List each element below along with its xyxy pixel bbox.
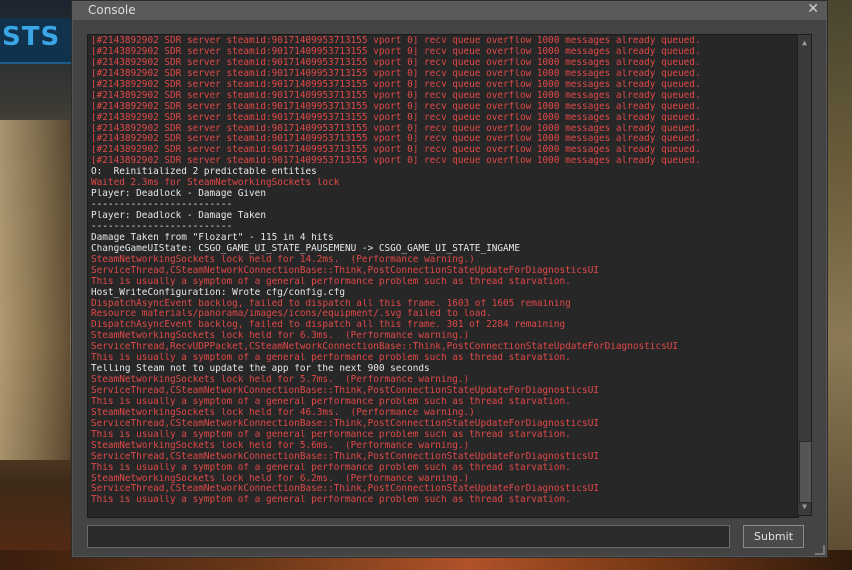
- console-log-line: SteamNetworkingSockets lock held for 5.7…: [91, 375, 470, 386]
- close-icon[interactable]: ✕: [807, 1, 819, 17]
- console-title: Console: [88, 3, 136, 17]
- console-log-line: [#2143892902 SDR server steamid:90171409…: [91, 145, 701, 156]
- console-log-line: ChangeGameUIState: CSGO_GAME_UI_STATE_PA…: [91, 243, 520, 254]
- console-log-line: -------------------------: [91, 221, 233, 232]
- console-log-line: [#2143892902 SDR server steamid:90171409…: [91, 68, 701, 79]
- console-log-line: DispatchAsyncEvent backlog, failed to di…: [91, 320, 566, 331]
- console-log-line: ServiceThread,CSteamNetworkConnectionBas…: [91, 484, 599, 495]
- console-log-line: This is usually a symptom of a general p…: [91, 495, 571, 506]
- console-command-input[interactable]: [87, 525, 730, 548]
- console-log-line: SteamNetworkingSockets lock held for 46.…: [91, 407, 475, 418]
- console-log-line: Player: Deadlock - Damage Given: [91, 189, 266, 200]
- console-log-line: ServiceThread,CSteamNetworkConnectionBas…: [91, 451, 599, 462]
- scroll-up-arrow-icon[interactable]: ▲: [798, 37, 811, 49]
- console-log-line: [#2143892902 SDR server steamid:90171409…: [91, 36, 701, 46]
- console-log-line: Waited 2.3ms for SteamNetworkingSockets …: [91, 178, 340, 189]
- console-log-line: [#2143892902 SDR server steamid:90171409…: [91, 79, 701, 90]
- console-log-line: [#2143892902 SDR server steamid:90171409…: [91, 90, 701, 101]
- console-log-line: SteamNetworkingSockets lock held for 6.3…: [91, 331, 470, 342]
- console-titlebar[interactable]: Console ✕: [72, 1, 827, 20]
- background-banner-text: STS: [2, 22, 61, 52]
- console-log-line: ServiceThread,CSteamNetworkConnectionBas…: [91, 386, 599, 396]
- console-log-line: This is usually a symptom of a general p…: [91, 353, 571, 364]
- console-window: Console ✕ [#2143892902 SDR server steami…: [71, 0, 828, 558]
- console-log-line: Host_WriteConfiguration: Wrote cfg/confi…: [91, 287, 345, 298]
- background-wall: [0, 120, 70, 460]
- console-log-line: O: Reinitialized 2 predictable entities: [91, 167, 317, 178]
- console-log-line: [#2143892902 SDR server steamid:90171409…: [91, 101, 701, 112]
- console-log-line: This is usually a symptom of a general p…: [91, 462, 571, 473]
- console-log-line: Telling Steam not to update the app for …: [91, 364, 430, 375]
- console-log-line: [#2143892902 SDR server steamid:90171409…: [91, 46, 701, 57]
- console-log-line: SteamNetworkingSockets lock held for 14.…: [91, 254, 475, 265]
- console-log-line: Damage Taken from "Flozart" - 115 in 4 h…: [91, 232, 334, 243]
- console-log-line: Resource materials/panorama/images/icons…: [91, 309, 492, 320]
- console-log-line: This is usually a symptom of a general p…: [91, 276, 571, 287]
- submit-button[interactable]: Submit: [743, 525, 804, 548]
- scrollbar-thumb[interactable]: [799, 441, 812, 503]
- console-log: [#2143892902 SDR server steamid:90171409…: [91, 36, 798, 506]
- console-log-line: [#2143892902 SDR server steamid:90171409…: [91, 57, 701, 68]
- console-log-line: ServiceThread,RecvUDPPacket,CSteamNetwor…: [91, 342, 678, 353]
- console-log-line: SteamNetworkingSockets lock held for 5.6…: [91, 440, 470, 451]
- console-log-line: DispatchAsyncEvent backlog, failed to di…: [91, 298, 571, 309]
- console-log-line: ServiceThread,CSteamNetworkConnectionBas…: [91, 418, 599, 429]
- console-log-line: ServiceThread,CSteamNetworkConnectionBas…: [91, 265, 599, 276]
- console-log-line: SteamNetworkingSockets lock held for 6.2…: [91, 473, 470, 484]
- console-log-line: [#2143892902 SDR server steamid:90171409…: [91, 123, 701, 134]
- console-log-line: [#2143892902 SDR server steamid:90171409…: [91, 156, 701, 167]
- console-scrollbar[interactable]: ▲ ▼: [797, 34, 812, 516]
- scroll-down-arrow-icon[interactable]: ▼: [798, 501, 811, 513]
- console-log-line: Player: Deadlock - Damage Taken: [91, 211, 266, 221]
- resize-grip-icon[interactable]: [815, 545, 825, 555]
- console-log-line: [#2143892902 SDR server steamid:90171409…: [91, 112, 701, 123]
- console-log-line: This is usually a symptom of a general p…: [91, 429, 571, 440]
- console-log-line: -------------------------: [91, 200, 233, 211]
- console-log-line: This is usually a symptom of a general p…: [91, 396, 571, 407]
- console-output[interactable]: [#2143892902 SDR server steamid:90171409…: [87, 34, 799, 518]
- console-log-line: [#2143892902 SDR server steamid:90171409…: [91, 134, 701, 145]
